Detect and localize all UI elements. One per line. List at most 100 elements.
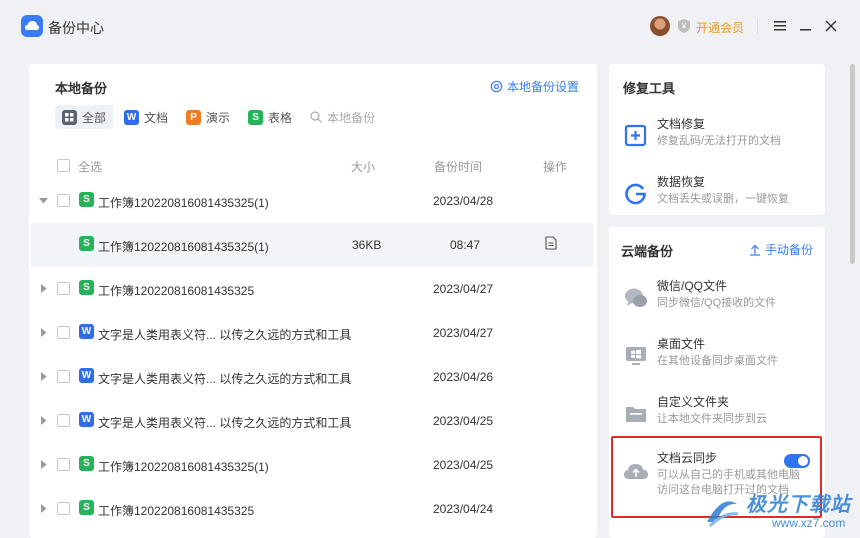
expand-caret-icon[interactable]	[39, 328, 48, 337]
table-row[interactable]: S 工作簿120220816081435325 2023/04/27	[29, 267, 597, 311]
column-action: 操作	[543, 160, 568, 174]
doc-repair-item[interactable]: 文档修复 修复乱码/无法打开的文档	[609, 109, 825, 159]
file-name: 文字是人类用表义符... 以传之久远的方式和工具	[98, 328, 352, 342]
file-name: 工作簿120220816081435325(1)	[98, 240, 269, 254]
settings-label: 本地备份设置	[506, 80, 579, 94]
item-desc: 文档丢失或误删，一键恢复	[657, 193, 789, 205]
local-backup-settings-link[interactable]: 本地备份设置	[490, 78, 579, 95]
item-desc: 可以从自己的手机或其他电脑	[657, 469, 800, 481]
filter-label: 表格	[268, 110, 293, 125]
vip-link[interactable]: 开通会员	[696, 19, 744, 36]
svg-text:¥: ¥	[681, 22, 687, 31]
filter-doc[interactable]: W 文档	[117, 105, 175, 129]
manual-backup-label: 手动备份	[764, 243, 813, 257]
desktop-icon	[626, 347, 646, 365]
expand-caret-icon[interactable]	[39, 416, 48, 425]
writer-doc-icon: W	[79, 412, 94, 427]
backup-time: 2023/04/24	[433, 502, 494, 516]
title-bar: 备份中心 ¥ 开通会员	[0, 0, 860, 54]
writer-doc-icon: W	[124, 109, 140, 125]
spreadsheet-icon: S	[248, 109, 264, 125]
item-desc: 同步微信/QQ接收的文件	[657, 297, 777, 309]
table-row[interactable]: W 文字是人类用表义符... 以传之久远的方式和工具 2023/04/26	[29, 355, 597, 399]
custom-folder-item[interactable]: 自定义文件夹 让本地文件夹同步到云	[609, 387, 825, 437]
collapse-caret-icon[interactable]	[39, 196, 48, 205]
repair-tools-title: 修复工具	[623, 81, 676, 96]
watermark: 极光下载站 www.xz7.com	[702, 488, 860, 538]
file-size: 36KB	[352, 238, 382, 252]
row-checkbox[interactable]	[57, 414, 70, 427]
search-input[interactable]: 本地备份	[303, 105, 382, 129]
file-name: 工作簿120220816081435325(1)	[98, 196, 269, 210]
backup-time: 2023/04/25	[433, 458, 494, 472]
filter-label: 文档	[144, 110, 169, 125]
minimize-icon[interactable]	[797, 17, 815, 35]
table-row[interactable]: S 工作簿120220816081435325 2023/04/24	[29, 487, 597, 531]
local-backup-panel: 本地备份 本地备份设置 全部 W 文档 P 演示 S 表格 本地备份 全选 大小…	[29, 64, 597, 538]
item-desc: 修复乱码/无法打开的文档	[657, 135, 782, 147]
item-title: 自定义文件夹	[657, 395, 730, 409]
open-file-icon[interactable]	[544, 236, 558, 250]
desktop-files-item[interactable]: 桌面文件 在其他设备同步桌面文件	[609, 329, 825, 379]
file-name: 工作簿120220816081435325	[98, 284, 255, 298]
filter-label: 演示	[206, 110, 231, 125]
app-title: 备份中心	[48, 20, 104, 36]
vip-shield-icon[interactable]: ¥	[676, 18, 692, 34]
backup-time: 08:47	[450, 238, 481, 252]
grid-icon	[62, 109, 77, 125]
manual-backup-button[interactable]: 手动备份	[749, 241, 813, 258]
spreadsheet-icon: S	[79, 236, 94, 251]
row-checkbox[interactable]	[57, 194, 70, 207]
table-row[interactable]: S 工作簿120220816081435325(1) 2023/04/25	[29, 443, 597, 487]
item-title: 文档云同步	[657, 451, 718, 465]
backup-time: 2023/04/27	[433, 282, 494, 296]
backup-time: 2023/04/27	[433, 326, 494, 340]
spreadsheet-icon: S	[79, 192, 94, 207]
data-recovery-item[interactable]: 数据恢复 文档丢失或误删，一键恢复	[609, 167, 825, 217]
item-desc: 让本地文件夹同步到云	[657, 413, 767, 425]
folder-icon	[626, 407, 646, 422]
presentation-icon: P	[186, 109, 202, 125]
table-row[interactable]: W 文字是人类用表义符... 以传之久远的方式和工具 2023/04/27	[29, 311, 597, 355]
avatar[interactable]	[650, 16, 670, 36]
table-row[interactable]: S 工作簿120220816081435325(1) 2023/04/28	[29, 179, 597, 223]
row-checkbox[interactable]	[57, 458, 70, 471]
select-all-checkbox[interactable]	[57, 159, 70, 172]
expand-caret-icon[interactable]	[39, 504, 48, 513]
item-title: 文档修复	[657, 117, 706, 131]
spreadsheet-icon: S	[79, 280, 94, 295]
row-checkbox[interactable]	[57, 282, 70, 295]
table-row[interactable]: W 文字是人类用表义符... 以传之久远的方式和工具 2023/04/25	[29, 399, 597, 443]
filter-spreadsheet[interactable]: S 表格	[241, 105, 299, 129]
watermark-logo-icon	[707, 501, 739, 528]
row-checkbox[interactable]	[57, 326, 70, 339]
select-all-label: 全选	[78, 160, 103, 174]
cloud-upload-icon	[624, 464, 648, 479]
file-name: 工作簿120220816081435325(1)	[98, 460, 269, 474]
expand-caret-icon[interactable]	[39, 460, 48, 469]
backup-time: 2023/04/28	[433, 194, 494, 208]
backup-time: 2023/04/25	[433, 414, 494, 428]
filter-all[interactable]: 全部	[55, 105, 114, 129]
type-filter-bar: 全部 W 文档 P 演示 S 表格 本地备份	[55, 105, 386, 129]
titlebar-divider	[757, 18, 758, 34]
cloud-backup-title: 云端备份	[621, 244, 674, 259]
menu-icon[interactable]	[771, 17, 789, 35]
expand-caret-icon[interactable]	[39, 284, 48, 293]
wechat-qq-files-item[interactable]: 微信/QQ文件 同步微信/QQ接收的文件	[609, 271, 825, 321]
data-recovery-icon	[625, 183, 646, 205]
item-title: 微信/QQ文件	[657, 279, 728, 293]
file-name: 文字是人类用表义符... 以传之久远的方式和工具	[98, 416, 352, 430]
spreadsheet-icon: S	[79, 456, 94, 471]
app-logo-icon	[21, 15, 43, 37]
table-row[interactable]: S 工作簿120220816081435325(1) 36KB 08:47	[31, 223, 593, 267]
close-icon[interactable]	[822, 17, 840, 35]
file-name: 文字是人类用表义符... 以传之久远的方式和工具	[98, 372, 352, 386]
row-checkbox[interactable]	[57, 502, 70, 515]
scrollbar[interactable]	[850, 64, 855, 264]
row-checkbox[interactable]	[57, 370, 70, 383]
expand-caret-icon[interactable]	[39, 372, 48, 381]
writer-doc-icon: W	[79, 368, 94, 383]
filter-presentation[interactable]: P 演示	[179, 105, 237, 129]
search-placeholder: 本地备份	[327, 110, 376, 125]
